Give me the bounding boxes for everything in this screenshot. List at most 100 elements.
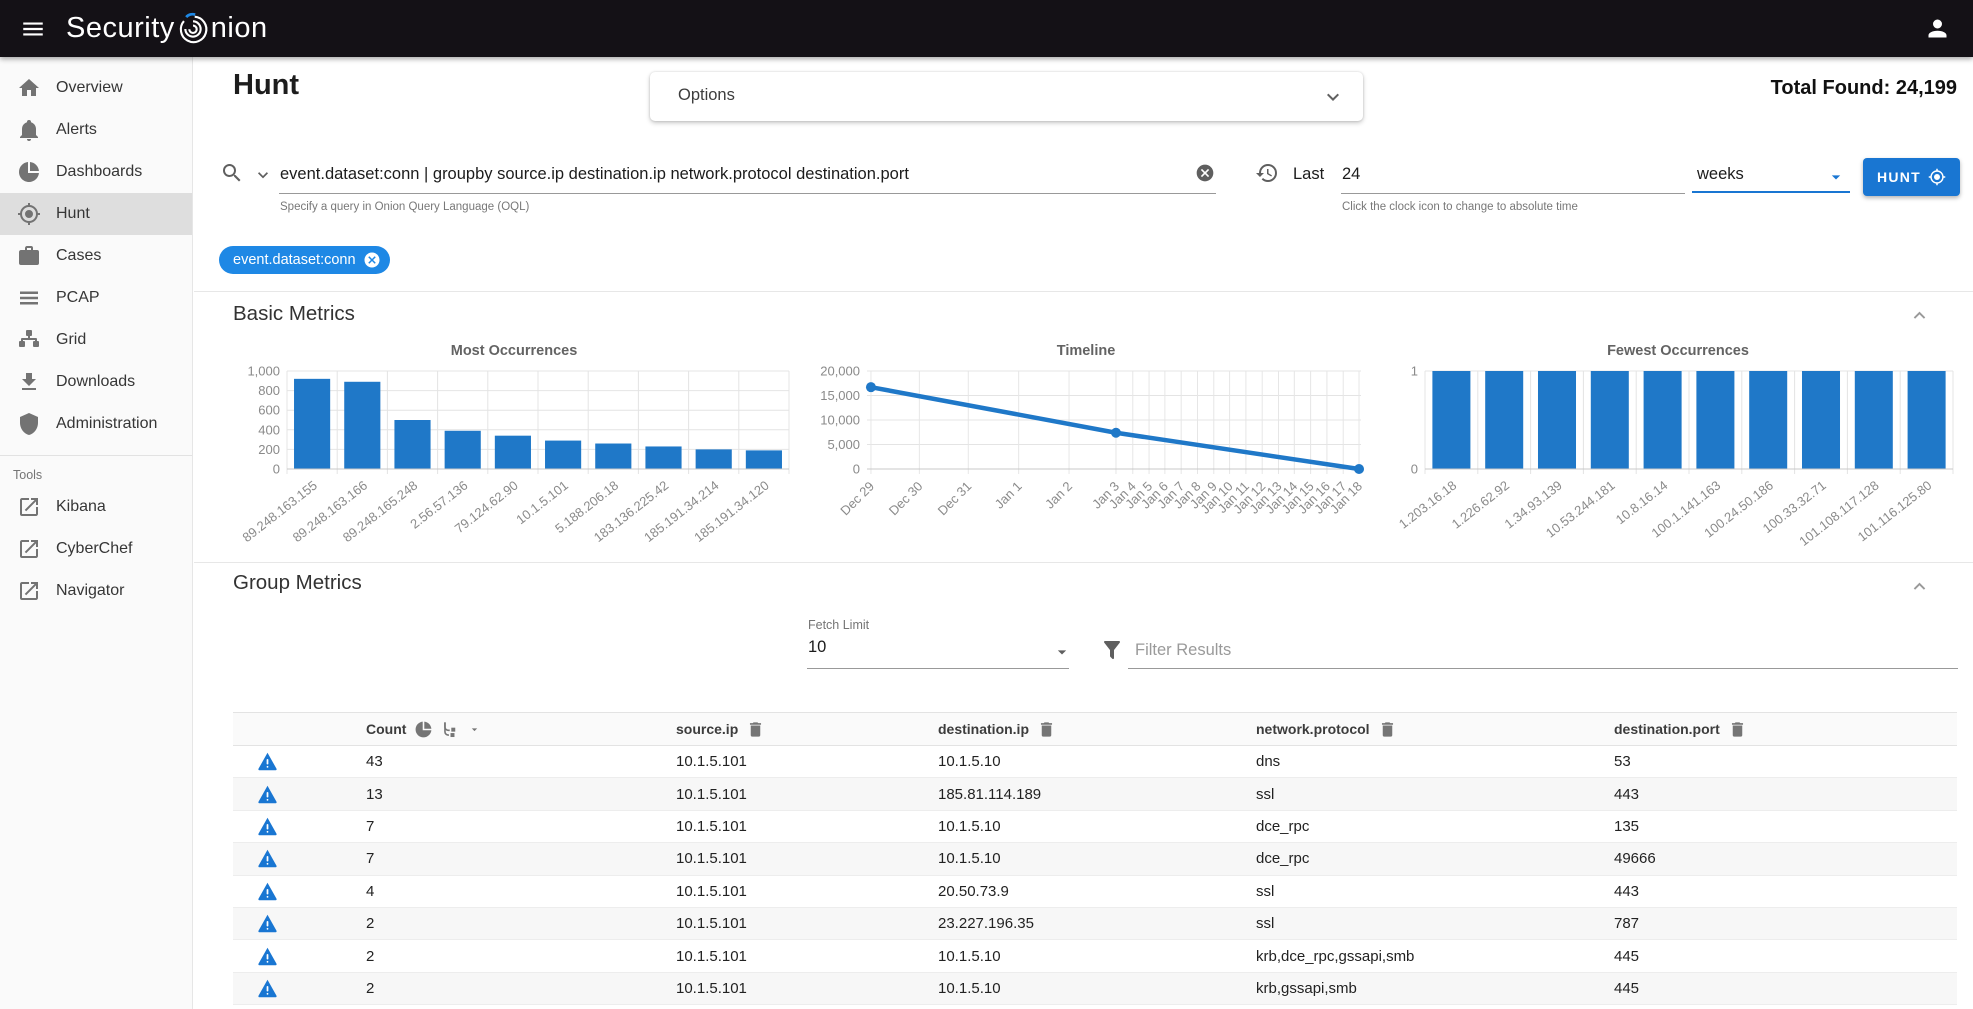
trash-icon[interactable] [1037, 720, 1056, 739]
warning-triangle-icon[interactable] [257, 978, 278, 999]
warning-triangle-icon[interactable] [257, 848, 278, 869]
sidebar-item-dashboards[interactable]: Dashboards [0, 151, 192, 193]
column-header-network-protocol[interactable]: network.protocol [1230, 720, 1588, 739]
hunt-button[interactable]: HUNT [1863, 158, 1960, 196]
svg-text:0: 0 [1411, 462, 1418, 477]
sidebar-item-hunt[interactable]: Hunt [0, 193, 192, 235]
table-cell: 23.227.196.35 [912, 915, 1230, 932]
table-cell: 20.50.73.9 [912, 883, 1230, 900]
bell-icon [17, 118, 41, 142]
remove-filter-icon[interactable] [363, 251, 381, 269]
sankey-icon[interactable] [441, 720, 460, 739]
query-history-chevron-icon[interactable] [253, 165, 273, 185]
table-cell: 10.1.5.10 [912, 948, 1230, 965]
warning-triangle-icon[interactable] [257, 816, 278, 837]
column-header-destination-ip[interactable]: destination.ip [912, 720, 1230, 739]
warning-triangle-icon[interactable] [257, 881, 278, 902]
sidebar-item-grid[interactable]: Grid [0, 319, 192, 361]
group-metrics-table: Count source.ip destination.ip network.prot… [233, 712, 1957, 1005]
table-cell: 135 [1588, 818, 1957, 835]
time-helper-text: Click the clock icon to change to absolu… [1342, 201, 1578, 213]
fetch-limit-select[interactable]: 10 [808, 638, 826, 657]
warning-triangle-icon[interactable] [257, 784, 278, 805]
column-header-source-ip[interactable]: source.ip [650, 720, 912, 739]
sidebar-item-label: PCAP [56, 289, 100, 307]
warning-triangle-icon[interactable] [257, 913, 278, 934]
column-header-Count[interactable]: Count [340, 720, 650, 739]
sidebar-item-downloads[interactable]: Downloads [0, 361, 192, 403]
table-row[interactable]: 210.1.5.10123.227.196.35ssl787 [233, 908, 1957, 940]
chart-canvas: 02004006008001,00089.248.163.15589.248.1… [233, 363, 795, 559]
tools-section-label: Tools [0, 456, 192, 486]
warning-triangle-icon[interactable] [257, 946, 278, 967]
table-cell: ssl [1230, 883, 1588, 900]
clear-query-icon[interactable] [1195, 163, 1215, 183]
column-label: destination.ip [938, 721, 1029, 737]
sidebar-item-label: Hunt [56, 205, 90, 223]
table-cell: 10.1.5.10 [912, 818, 1230, 835]
sidebar-item-pcap[interactable]: PCAP [0, 277, 192, 319]
trash-icon[interactable] [746, 720, 765, 739]
timeline-chart: Timeline05,00010,00015,00020,000Dec 29De… [805, 343, 1367, 559]
warning-triangle-icon[interactable] [257, 751, 278, 772]
column-header-destination-port[interactable]: destination.port [1588, 720, 1957, 739]
sidebar-item-label: Downloads [56, 373, 135, 391]
briefcase-icon [17, 244, 41, 268]
menu-icon[interactable] [20, 16, 46, 42]
table-cell: ssl [1230, 786, 1588, 803]
collapse-group-icon[interactable] [1908, 575, 1931, 598]
caret-down-icon[interactable] [1826, 167, 1846, 187]
table-row[interactable]: 4310.1.5.10110.1.5.10dns53 [233, 746, 1957, 778]
chart-title: Fewest Occurrences [1397, 343, 1959, 363]
table-cell: 787 [1588, 915, 1957, 932]
table-cell: 10.1.5.101 [650, 753, 912, 770]
caret-down-icon[interactable] [1052, 642, 1072, 662]
trash-icon[interactable] [1378, 720, 1397, 739]
query-underline [279, 193, 1216, 194]
query-input[interactable]: event.dataset:conn | groupby source.ip d… [280, 165, 909, 184]
svg-text:Dec 29: Dec 29 [837, 479, 877, 519]
sidebar-item-administration[interactable]: Administration [0, 403, 192, 445]
table-row[interactable]: 710.1.5.10110.1.5.10dce_rpc49666 [233, 843, 1957, 875]
brand-suffix: nion [211, 12, 268, 45]
svg-text:Dec 31: Dec 31 [935, 479, 975, 519]
svg-text:0: 0 [273, 462, 280, 477]
download-icon [17, 370, 41, 394]
total-found: Total Found: 24,199 [1771, 77, 1957, 100]
list-icon [17, 286, 41, 310]
sidebar-item-cases[interactable]: Cases [0, 235, 192, 277]
table-row[interactable]: 410.1.5.10120.50.73.9ssl443 [233, 876, 1957, 908]
table-cell: 7 [340, 850, 650, 867]
table-cell: 445 [1588, 980, 1957, 997]
time-value-input[interactable]: 24 [1342, 165, 1360, 184]
filter-results-input[interactable]: Filter Results [1135, 641, 1231, 660]
sidebar-item-kibana[interactable]: Kibana [0, 486, 192, 528]
user-account-icon[interactable] [1924, 15, 1951, 42]
chevron-down-icon[interactable] [1321, 85, 1345, 109]
search-icon[interactable] [220, 161, 244, 185]
time-unit-select[interactable]: weeks [1697, 165, 1744, 184]
column-label: Count [366, 721, 406, 737]
options-panel[interactable]: Options [650, 72, 1363, 121]
collapse-basic-icon[interactable] [1908, 304, 1931, 327]
trash-icon[interactable] [1728, 720, 1747, 739]
table-row[interactable]: 710.1.5.10110.1.5.10dce_rpc135 [233, 811, 1957, 843]
pie-chart-icon[interactable] [414, 720, 433, 739]
sidebar-item-overview[interactable]: Overview [0, 67, 192, 109]
brand-logo: Security nion [66, 12, 268, 46]
caret-down-icon[interactable] [468, 723, 481, 736]
sidebar-item-cyberchef[interactable]: CyberChef [0, 528, 192, 570]
svg-text:0: 0 [853, 462, 860, 477]
external-link-icon [17, 579, 41, 603]
table-row[interactable]: 210.1.5.10110.1.5.10krb,dce_rpc,gssapi,s… [233, 940, 1957, 972]
filter-chip[interactable]: event.dataset:conn [219, 246, 390, 274]
section-divider [194, 562, 1973, 563]
sidebar-item-alerts[interactable]: Alerts [0, 109, 192, 151]
crosshairs-icon [17, 202, 41, 226]
history-clock-icon[interactable] [1255, 161, 1279, 185]
sidebar-item-navigator[interactable]: Navigator [0, 570, 192, 612]
chart-title: Timeline [805, 343, 1367, 363]
table-row[interactable]: 210.1.5.10110.1.5.10krb,gssapi,smb445 [233, 973, 1957, 1005]
table-row[interactable]: 1310.1.5.101185.81.114.189ssl443 [233, 778, 1957, 810]
pie-chart-icon [17, 160, 41, 184]
